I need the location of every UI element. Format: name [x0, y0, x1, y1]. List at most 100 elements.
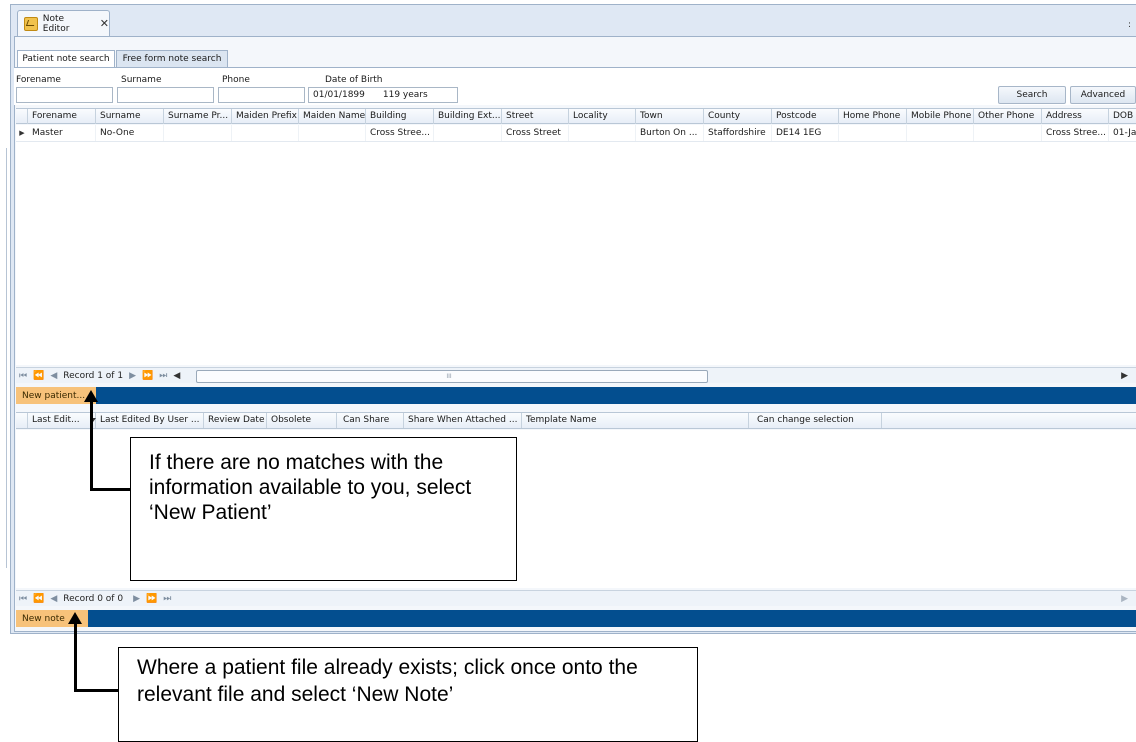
- col-maiden-prefix[interactable]: Maiden Prefix: [232, 109, 299, 124]
- phone-input[interactable]: [218, 87, 305, 103]
- col-surname[interactable]: Surname: [96, 109, 164, 124]
- first-record-icon[interactable]: ⏮: [19, 371, 27, 381]
- next-record-icon[interactable]: ▶: [133, 594, 140, 604]
- col-town[interactable]: Town: [636, 109, 704, 124]
- next-page-icon[interactable]: ⏩: [142, 371, 153, 381]
- col-review-date[interactable]: Review Date: [204, 413, 267, 428]
- col-template-name[interactable]: Template Name: [522, 413, 749, 428]
- cell-forename[interactable]: Master: [28, 125, 96, 141]
- col-share-when-attached[interactable]: Share When Attached ...: [404, 413, 522, 428]
- arrow-up-icon: [68, 612, 82, 624]
- tab-patient-note-search[interactable]: Patient note search: [17, 50, 115, 67]
- cell-building[interactable]: Cross Stree...: [366, 125, 434, 141]
- window-close-icon[interactable]: :: [1128, 20, 1131, 30]
- phone-label: Phone: [222, 75, 250, 85]
- col-other-phone[interactable]: Other Phone: [974, 109, 1042, 124]
- row-indicator-header: [16, 413, 28, 428]
- last-record-icon[interactable]: ⏭: [163, 594, 171, 604]
- callout-line: [90, 400, 93, 490]
- left-divider: [6, 148, 7, 568]
- dob-value: 01/01/1899: [313, 90, 365, 100]
- surname-label: Surname: [121, 75, 162, 85]
- col-home-phone[interactable]: Home Phone: [839, 109, 907, 124]
- note-icon: [24, 16, 38, 31]
- last-record-icon[interactable]: ⏭: [159, 371, 167, 381]
- note-action-bar: [16, 610, 1136, 627]
- col-building[interactable]: Building: [366, 109, 434, 124]
- cell-dob[interactable]: 01-Ja: [1109, 125, 1136, 141]
- first-record-icon[interactable]: ⏮: [19, 594, 27, 604]
- col-address[interactable]: Address: [1042, 109, 1109, 124]
- cell-town[interactable]: Burton On ...: [636, 125, 704, 141]
- previous-record-icon[interactable]: ◀: [50, 371, 57, 381]
- patient-record-navigator: ⏮ ⏪ ◀ Record 1 of 1 ▶ ⏩ ⏭ ◀ III ▶: [16, 367, 1136, 383]
- record-count: Record 0 of 0: [63, 593, 124, 604]
- cell-home-phone[interactable]: [839, 125, 907, 141]
- cell-surname[interactable]: No-One: [96, 125, 164, 141]
- col-building-ext[interactable]: Building Ext...: [434, 109, 502, 124]
- row-selected-indicator: ▶: [19, 129, 25, 137]
- cell-building-ext[interactable]: [434, 125, 502, 141]
- notes-record-navigator: ⏮ ⏪ ◀ Record 0 of 0 ▶ ⏩ ⏭ ▶: [16, 590, 1136, 606]
- tab-free-form-note-search[interactable]: Free form note search: [116, 50, 228, 67]
- table-row[interactable]: ▶ Master No-One Cross Stree... Cross Str…: [16, 125, 1136, 142]
- previous-record-icon[interactable]: ◀: [50, 594, 57, 604]
- col-last-edited-by-user[interactable]: Last Edited By User ...: [96, 413, 204, 428]
- cell-surname-prefix[interactable]: [164, 125, 232, 141]
- col-postcode[interactable]: Postcode: [772, 109, 839, 124]
- document-tab-note-editor[interactable]: Note Editor ✕: [17, 10, 110, 36]
- previous-page-icon[interactable]: ⏪: [33, 594, 44, 604]
- notes-grid-header: Last Edit... Last Edited By User ... Rev…: [16, 412, 1136, 429]
- forename-input[interactable]: [16, 87, 113, 103]
- callout-new-note: Where a patient file already exists; cli…: [118, 647, 698, 742]
- surname-input[interactable]: [117, 87, 214, 103]
- col-forename[interactable]: Forename: [28, 109, 96, 124]
- col-maiden-name[interactable]: Maiden Name: [299, 109, 366, 124]
- dob-input[interactable]: 01/01/1899 119 years: [308, 87, 458, 103]
- cell-locality[interactable]: [569, 125, 636, 141]
- dob-years: 119 years: [382, 90, 428, 100]
- cell-address[interactable]: Cross Stree...: [1042, 125, 1109, 141]
- cell-other-phone[interactable]: [974, 125, 1042, 141]
- cell-maiden-name[interactable]: [299, 125, 366, 141]
- callout-line: [74, 622, 77, 691]
- col-last-edited[interactable]: Last Edit...: [28, 413, 96, 428]
- cell-maiden-prefix[interactable]: [232, 125, 299, 141]
- left-gutter: [0, 0, 10, 737]
- patient-grid-body: ▶ Master No-One Cross Stree... Cross Str…: [16, 125, 1136, 365]
- col-can-change-selection[interactable]: Can change selection: [749, 413, 882, 428]
- search-button[interactable]: Search: [998, 86, 1066, 104]
- col-county[interactable]: County: [704, 109, 772, 124]
- callout-line: [74, 689, 119, 692]
- close-icon[interactable]: ✕: [100, 17, 109, 30]
- next-record-icon[interactable]: ▶: [129, 371, 136, 381]
- arrow-up-icon: [84, 390, 98, 402]
- cell-street[interactable]: Cross Street: [502, 125, 569, 141]
- tab-label: Free form note search: [122, 54, 222, 64]
- scroll-left-icon[interactable]: ◀: [173, 371, 180, 381]
- col-street[interactable]: Street: [502, 109, 569, 124]
- col-surname-prefix[interactable]: Surname Pr...: [164, 109, 232, 124]
- col-obsolete[interactable]: Obsolete: [267, 413, 337, 428]
- dob-label: Date of Birth: [325, 75, 383, 85]
- scroll-right-icon[interactable]: ▶: [1121, 594, 1128, 604]
- cell-county[interactable]: Staffordshire: [704, 125, 772, 141]
- document-tab-title: Note Editor: [42, 13, 70, 34]
- scroll-thumb-grip: III: [446, 373, 452, 380]
- horizontal-scrollbar[interactable]: III: [196, 370, 708, 383]
- cell-mobile-phone[interactable]: [907, 125, 974, 141]
- col-mobile-phone[interactable]: Mobile Phone: [907, 109, 974, 124]
- record-count: Record 1 of 1: [63, 370, 124, 381]
- col-locality[interactable]: Locality: [569, 109, 636, 124]
- callout-line: [90, 488, 131, 491]
- next-page-icon[interactable]: ⏩: [146, 594, 157, 604]
- scroll-right-icon[interactable]: ▶: [1121, 371, 1128, 381]
- col-dob[interactable]: DOB: [1109, 109, 1136, 124]
- col-last-edited-label: Last Edit...: [32, 415, 80, 425]
- callout-new-patient: If there are no matches with the informa…: [130, 437, 517, 581]
- previous-page-icon[interactable]: ⏪: [33, 371, 44, 381]
- advanced-button[interactable]: Advanced: [1070, 86, 1136, 104]
- cell-postcode[interactable]: DE14 1EG: [772, 125, 839, 141]
- col-can-share[interactable]: Can Share: [337, 413, 404, 428]
- forename-label: Forename: [16, 75, 61, 85]
